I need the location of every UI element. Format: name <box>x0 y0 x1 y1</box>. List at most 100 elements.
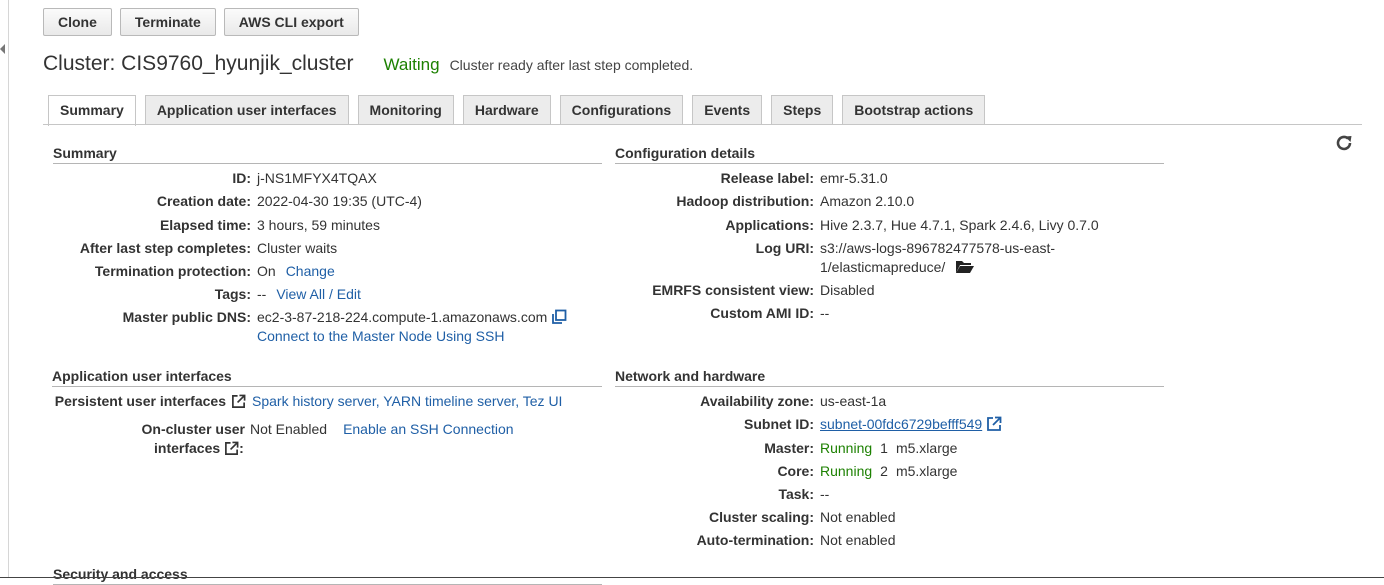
tab-divider <box>43 124 1362 125</box>
ssh-link-row: Connect to the Master Node Using SSH <box>257 327 504 346</box>
core-type: m5.xlarge <box>895 463 958 479</box>
on-cluster-ui-row-2: interfaces : <box>154 439 244 458</box>
task-row: Task: -- <box>615 485 829 504</box>
tab-hardware[interactable]: Hardware <box>462 95 551 125</box>
master-row: Master: Running 1 m5.xlarge <box>615 439 957 458</box>
tab-summary[interactable]: Summary <box>48 95 136 126</box>
configuration-heading: Configuration details <box>615 145 1164 164</box>
applications-row: Applications: Hive 2.3.7, Hue 4.7.1, Spa… <box>615 216 1098 235</box>
persistent-ui-links[interactable]: Spark history server, YARN timeline serv… <box>246 392 562 411</box>
tab-bar: Summary Application user interfaces Moni… <box>48 95 994 126</box>
custom-ami-row: Custom AMI ID: -- <box>615 304 829 323</box>
master-dns-value: ec2-3-87-218-224.compute-1.amazonaws.com <box>257 309 548 325</box>
log-uri-value-2: 1/elasticmapreduce/ <box>820 259 946 275</box>
creation-date-label: Creation date: <box>156 193 251 209</box>
tab-application-user-interfaces[interactable]: Application user interfaces <box>144 95 349 125</box>
tab-configurations[interactable]: Configurations <box>559 95 684 125</box>
colon: : <box>239 440 244 456</box>
persistent-ui-row: Persistent user interfaces Spark history… <box>52 392 563 411</box>
core-count: 2 <box>880 463 888 479</box>
connect-ssh-link[interactable]: Connect to the Master Node Using SSH <box>257 327 504 346</box>
creation-date-value: 2022-04-30 19:35 (UTC-4) <box>257 193 422 209</box>
security-heading: Security and access <box>53 566 602 585</box>
clone-button[interactable]: Clone <box>43 8 112 36</box>
app-ui-section: Application user interfaces <box>52 368 602 387</box>
custom-ami-label: Custom AMI ID: <box>710 305 814 321</box>
az-row: Availability zone: us-east-1a <box>615 392 886 411</box>
hadoop-row: Hadoop distribution: Amazon 2.10.0 <box>615 192 914 211</box>
on-cluster-ui-label-2: interfaces <box>154 440 221 456</box>
external-link-icon[interactable] <box>986 416 1002 432</box>
tab-monitoring[interactable]: Monitoring <box>357 95 454 125</box>
refresh-icon[interactable] <box>1334 133 1354 153</box>
external-link-icon[interactable] <box>224 441 239 456</box>
subnet-row: Subnet ID: subnet-00fdc6729befff549 <box>615 415 1002 434</box>
summary-id-row: ID: j-NS1MFYX4TQAX <box>53 169 376 188</box>
persistent-ui-label: Persistent user interfaces <box>54 393 226 409</box>
core-status: Running <box>820 463 873 479</box>
creation-date-row: Creation date: 2022-04-30 19:35 (UTC-4) <box>53 192 422 211</box>
configuration-section: Configuration details <box>615 145 1164 164</box>
status-badge: Waiting <box>383 55 440 74</box>
hadoop-value: Amazon 2.10.0 <box>820 193 915 209</box>
auto-termination-value: Not enabled <box>820 532 896 548</box>
on-cluster-ui-row: On-cluster user Not Enabled Enable an SS… <box>52 420 514 439</box>
elapsed-time-label: Elapsed time: <box>159 217 251 233</box>
master-dns-label: Master public DNS: <box>122 309 251 325</box>
tab-events[interactable]: Events <box>692 95 763 125</box>
summary-heading: Summary <box>53 145 602 164</box>
release-label-label: Release label: <box>720 170 814 186</box>
log-uri-row-2: 1/elasticmapreduce/ <box>820 258 975 277</box>
network-section: Network and hardware <box>615 368 1164 387</box>
enable-ssh-link[interactable]: Enable an SSH Connection <box>327 420 513 439</box>
master-count: 1 <box>880 440 888 456</box>
after-last-step-value: Cluster waits <box>257 240 338 256</box>
tags-value: -- <box>257 286 267 302</box>
auto-termination-label: Auto-termination: <box>696 532 814 548</box>
tags-row: Tags: -- View All / Edit <box>53 285 361 304</box>
change-termination-link[interactable]: Change <box>276 262 335 281</box>
master-status: Running <box>820 440 873 456</box>
tab-steps[interactable]: Steps <box>771 95 834 125</box>
emrfs-value: Disabled <box>820 282 875 298</box>
subnet-link[interactable]: subnet-00fdc6729befff549 <box>814 415 982 434</box>
release-label-value: emr-5.31.0 <box>820 170 888 186</box>
subnet-label: Subnet ID: <box>744 416 814 432</box>
on-cluster-ui-value: Not Enabled <box>250 421 328 437</box>
termination-protection-row: Termination protection: On Change <box>53 262 335 281</box>
folder-open-icon[interactable] <box>955 259 975 275</box>
security-section: Security and access <box>53 566 602 585</box>
id-label: ID: <box>232 170 251 186</box>
toolbar: Clone Terminate AWS CLI export <box>43 8 359 36</box>
copy-icon[interactable] <box>551 309 567 325</box>
auto-termination-row: Auto-termination: Not enabled <box>615 531 896 550</box>
view-edit-tags-link[interactable]: View All / Edit <box>266 285 361 304</box>
log-uri-label: Log URI: <box>755 240 814 256</box>
collapse-arrow-icon[interactable] <box>0 44 5 54</box>
on-cluster-ui-label: On-cluster user <box>141 421 245 437</box>
tab-bootstrap-actions[interactable]: Bootstrap actions <box>842 95 986 125</box>
emrfs-label: EMRFS consistent view: <box>652 282 814 298</box>
external-link-icon[interactable] <box>231 394 246 409</box>
core-row: Core: Running 2 m5.xlarge <box>615 462 957 481</box>
cluster-scaling-value: Not enabled <box>820 509 896 525</box>
after-last-step-label: After last step completes: <box>79 240 251 256</box>
az-value: us-east-1a <box>820 393 887 409</box>
after-last-step-row: After last step completes: Cluster waits <box>53 239 337 258</box>
termination-protection-label: Termination protection: <box>94 263 251 279</box>
terminate-button[interactable]: Terminate <box>119 8 216 36</box>
elapsed-time-value: 3 hours, 59 minutes <box>257 217 380 233</box>
left-rail <box>0 0 9 578</box>
cluster-header: Cluster: CIS9760_hyunjik_cluster Waiting… <box>43 52 693 76</box>
network-heading: Network and hardware <box>615 368 1164 387</box>
termination-protection-value: On <box>257 263 276 279</box>
cluster-scaling-label: Cluster scaling: <box>708 509 814 525</box>
master-type: m5.xlarge <box>895 440 958 456</box>
az-label: Availability zone: <box>700 393 814 409</box>
custom-ami-value: -- <box>820 305 830 321</box>
summary-section: Summary <box>53 145 602 164</box>
aws-cli-export-button[interactable]: AWS CLI export <box>223 8 359 36</box>
status-detail: Cluster ready after last step completed. <box>449 57 694 73</box>
master-label: Master: <box>764 440 814 456</box>
release-label-row: Release label: emr-5.31.0 <box>615 169 888 188</box>
